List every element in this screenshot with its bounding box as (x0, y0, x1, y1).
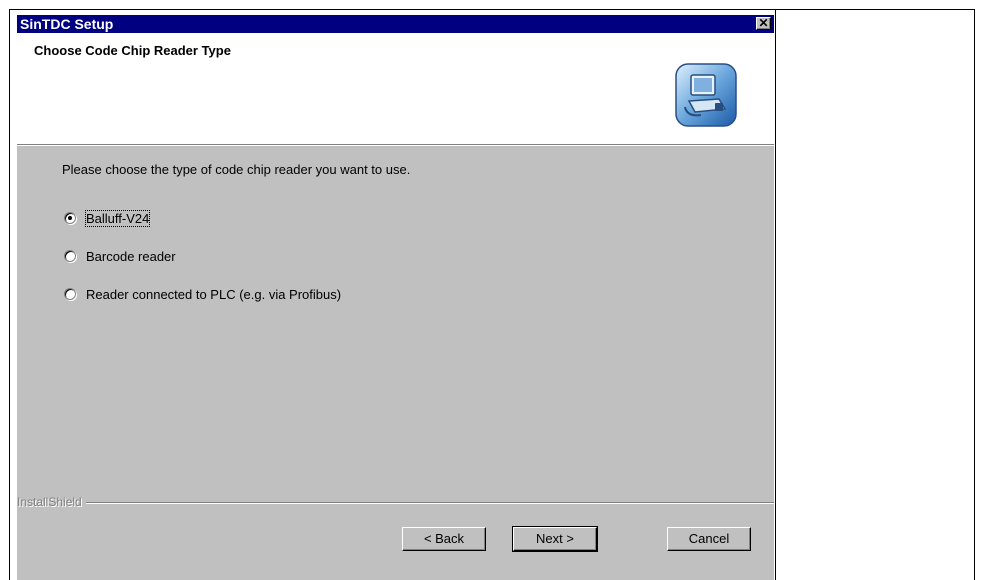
radio-button-selected[interactable] (64, 212, 76, 224)
close-icon: ✕ (758, 16, 769, 30)
title-bar[interactable]: SinTDC Setup ✕ (17, 15, 774, 33)
frame-divider (775, 9, 776, 580)
close-button[interactable]: ✕ (756, 17, 771, 30)
option-label[interactable]: Balluff-V24 (84, 209, 151, 227)
cancel-button[interactable]: Cancel (667, 527, 751, 551)
window-title: SinTDC Setup (20, 16, 114, 32)
instruction-text: Please choose the type of code chip read… (62, 162, 411, 177)
option-plc[interactable]: Reader connected to PLC (e.g. via Profib… (64, 286, 341, 302)
radio-button[interactable] (64, 250, 76, 262)
wizard-header: Choose Code Chip Reader Type (17, 33, 774, 144)
setup-dialog: SinTDC Setup ✕ Choose Code Chip Reader T… (17, 15, 774, 580)
option-barcode[interactable]: Barcode reader (64, 248, 176, 264)
computer-setup-icon (675, 63, 737, 127)
option-balluff[interactable]: Balluff-V24 (64, 209, 151, 227)
back-button[interactable]: < Back (402, 527, 486, 551)
page-title: Choose Code Chip Reader Type (34, 43, 231, 58)
footer-separator (17, 502, 774, 504)
header-separator (17, 144, 774, 146)
option-label[interactable]: Barcode reader (86, 249, 176, 264)
radio-button[interactable] (64, 288, 76, 300)
next-button[interactable]: Next > (512, 526, 598, 552)
installshield-brand: InstallShield (17, 495, 86, 509)
option-label[interactable]: Reader connected to PLC (e.g. via Profib… (86, 287, 341, 302)
